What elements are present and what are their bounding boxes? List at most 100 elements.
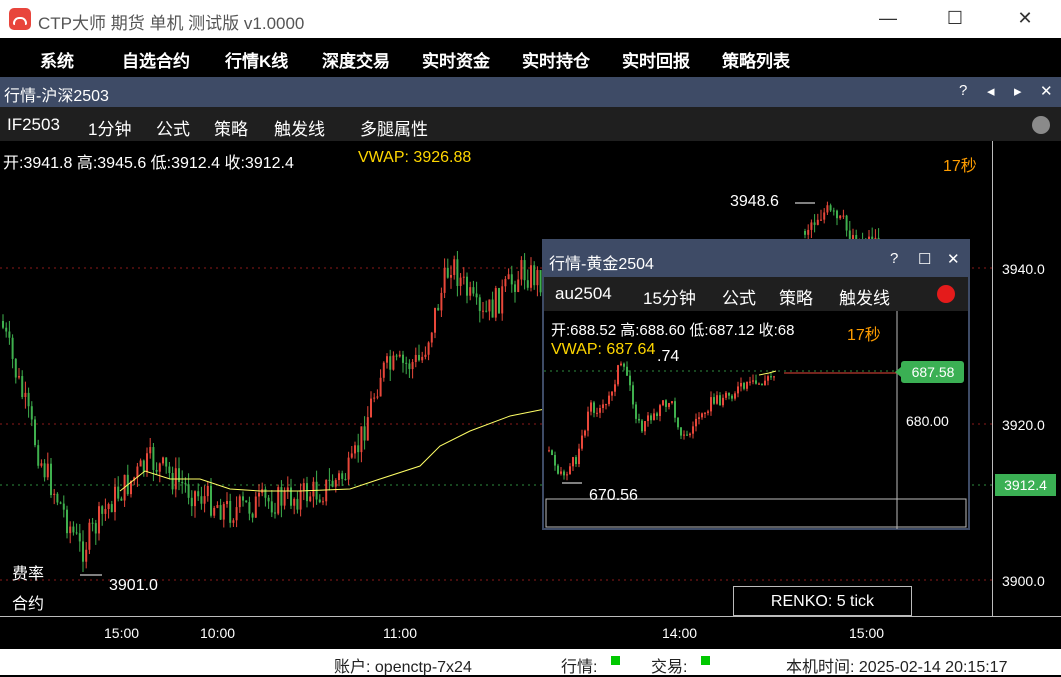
candle-body	[258, 492, 260, 497]
menu-system[interactable]: 系统	[40, 47, 74, 72]
candle-body	[530, 265, 532, 288]
sub-candle-body	[668, 403, 670, 407]
candle-body	[232, 520, 235, 523]
sub-candle-body	[590, 402, 592, 412]
sub-candle-body	[665, 400, 667, 407]
sub-candle-body	[593, 402, 595, 413]
menu-kline[interactable]: 行情K线	[225, 47, 288, 72]
symbol-selector[interactable]: IF2503	[7, 115, 60, 135]
candle-body	[117, 486, 120, 499]
menu-watchlist[interactable]: 自选合约	[122, 47, 190, 72]
candle-body	[517, 279, 520, 292]
candle-body	[53, 493, 56, 496]
sub-symbol-selector[interactable]: au2504	[555, 284, 612, 304]
candle-body	[510, 274, 513, 285]
candle-body	[296, 498, 299, 510]
close-button[interactable]: ✕	[1013, 6, 1037, 30]
candle-body	[62, 503, 65, 510]
sub-candle-body	[728, 392, 730, 396]
sub-status-icon[interactable]	[937, 285, 955, 303]
formula-button[interactable]: 公式	[156, 115, 190, 140]
minimize-button[interactable]: —	[876, 6, 900, 30]
menu-depth-trade[interactable]: 深度交易	[322, 47, 390, 72]
sub-candle-body	[737, 386, 739, 394]
menu-funds[interactable]: 实时资金	[422, 47, 490, 72]
candle-body	[94, 523, 97, 534]
candle-body	[24, 392, 27, 398]
candle-body	[2, 321, 4, 328]
gold-quote-window[interactable]: 行情-黄金2504 ? ☐ ✕ au2504 15分钟 公式 策略 触发线 68…	[542, 239, 970, 530]
sub-high-price-label: .74	[657, 348, 680, 365]
candle-body	[149, 447, 152, 454]
fee-rate-label[interactable]: 费率	[12, 560, 44, 584]
sub-candle-body	[689, 433, 691, 436]
local-time: 本机时间: 2025-02-14 20:15:17	[786, 659, 1008, 676]
sub-strategy-button[interactable]: 策略	[779, 284, 813, 309]
strategy-button[interactable]: 策略	[214, 115, 248, 140]
candle-body	[813, 222, 816, 225]
sub-close-button[interactable]: ✕	[947, 250, 960, 268]
candle-body	[829, 205, 832, 211]
panel-close-button[interactable]: ✕	[1040, 82, 1053, 100]
menu-positions[interactable]: 实时持仓	[522, 47, 590, 72]
candle-body	[219, 505, 222, 520]
period-selector[interactable]: 1分钟	[88, 115, 131, 140]
price-tick: 3940.0	[1002, 261, 1045, 277]
candle-body	[91, 522, 94, 524]
candle-body	[78, 533, 81, 542]
sub-candle-body	[752, 380, 754, 382]
candle-body	[238, 496, 241, 508]
menu-strategies[interactable]: 策略列表	[722, 47, 790, 72]
candle-body	[165, 457, 168, 467]
candle-body	[40, 463, 43, 466]
candle-body	[43, 463, 46, 478]
candle-body	[804, 231, 806, 235]
next-icon[interactable]: ▸	[1014, 82, 1022, 100]
sub-help-button[interactable]: ?	[890, 250, 898, 267]
candle-body	[520, 260, 523, 280]
sub-low-price-label: 670.56	[589, 487, 638, 504]
candle-body	[11, 337, 14, 359]
sub-candle-body	[695, 418, 697, 427]
sub-candle-body	[749, 381, 751, 383]
candle-body	[146, 453, 148, 472]
candle-body	[437, 307, 440, 311]
candle-body	[251, 513, 254, 518]
candle-body	[168, 466, 171, 473]
app-logo-icon	[9, 8, 31, 30]
status-bar: 账户: openctp-7x24 行情: 交易: 本机时间: 2025-02-1…	[0, 649, 1061, 676]
candle-body	[59, 502, 62, 504]
candle-body	[139, 460, 142, 467]
sub-maximize-button[interactable]: ☐	[918, 250, 931, 268]
candle-body	[56, 493, 59, 503]
sub-candle-body	[650, 415, 652, 421]
sub-candle-body	[596, 412, 598, 414]
candle-body	[66, 509, 68, 534]
trigger-line-button[interactable]: 触发线	[274, 115, 325, 140]
menu-reports[interactable]: 实时回报	[622, 47, 690, 72]
contract-label[interactable]: 合约	[12, 590, 44, 614]
time-tick: 15:00	[104, 625, 140, 641]
multi-leg-button[interactable]: 多腿属性	[360, 115, 428, 140]
maximize-button[interactable]: ☐	[943, 6, 967, 30]
sub-candle-body	[674, 401, 676, 418]
sub-candle-body	[773, 376, 775, 378]
candle-body	[820, 219, 822, 221]
sub-formula-button[interactable]: 公式	[722, 284, 756, 309]
candle-body	[8, 331, 11, 338]
candle-body	[826, 205, 829, 213]
sub-candle-body	[653, 413, 655, 421]
time-tick: 11:00	[383, 625, 417, 641]
connection-status-icon[interactable]	[1032, 116, 1050, 134]
sub-trigger-line-button[interactable]: 触发线	[839, 284, 890, 309]
sub-candle-body	[581, 435, 583, 449]
sub-window-header[interactable]: 行情-黄金2504 ? ☐ ✕	[544, 241, 968, 277]
prev-icon[interactable]: ◂	[987, 82, 995, 100]
candle-body	[350, 453, 353, 458]
help-button[interactable]: ?	[959, 82, 967, 99]
candle-body	[459, 277, 462, 286]
candle-body	[235, 507, 238, 521]
sub-period-selector[interactable]: 15分钟	[643, 284, 696, 309]
sub-candle-body	[548, 450, 550, 452]
renko-setting-box[interactable]: RENKO: 5 tick	[733, 586, 912, 616]
